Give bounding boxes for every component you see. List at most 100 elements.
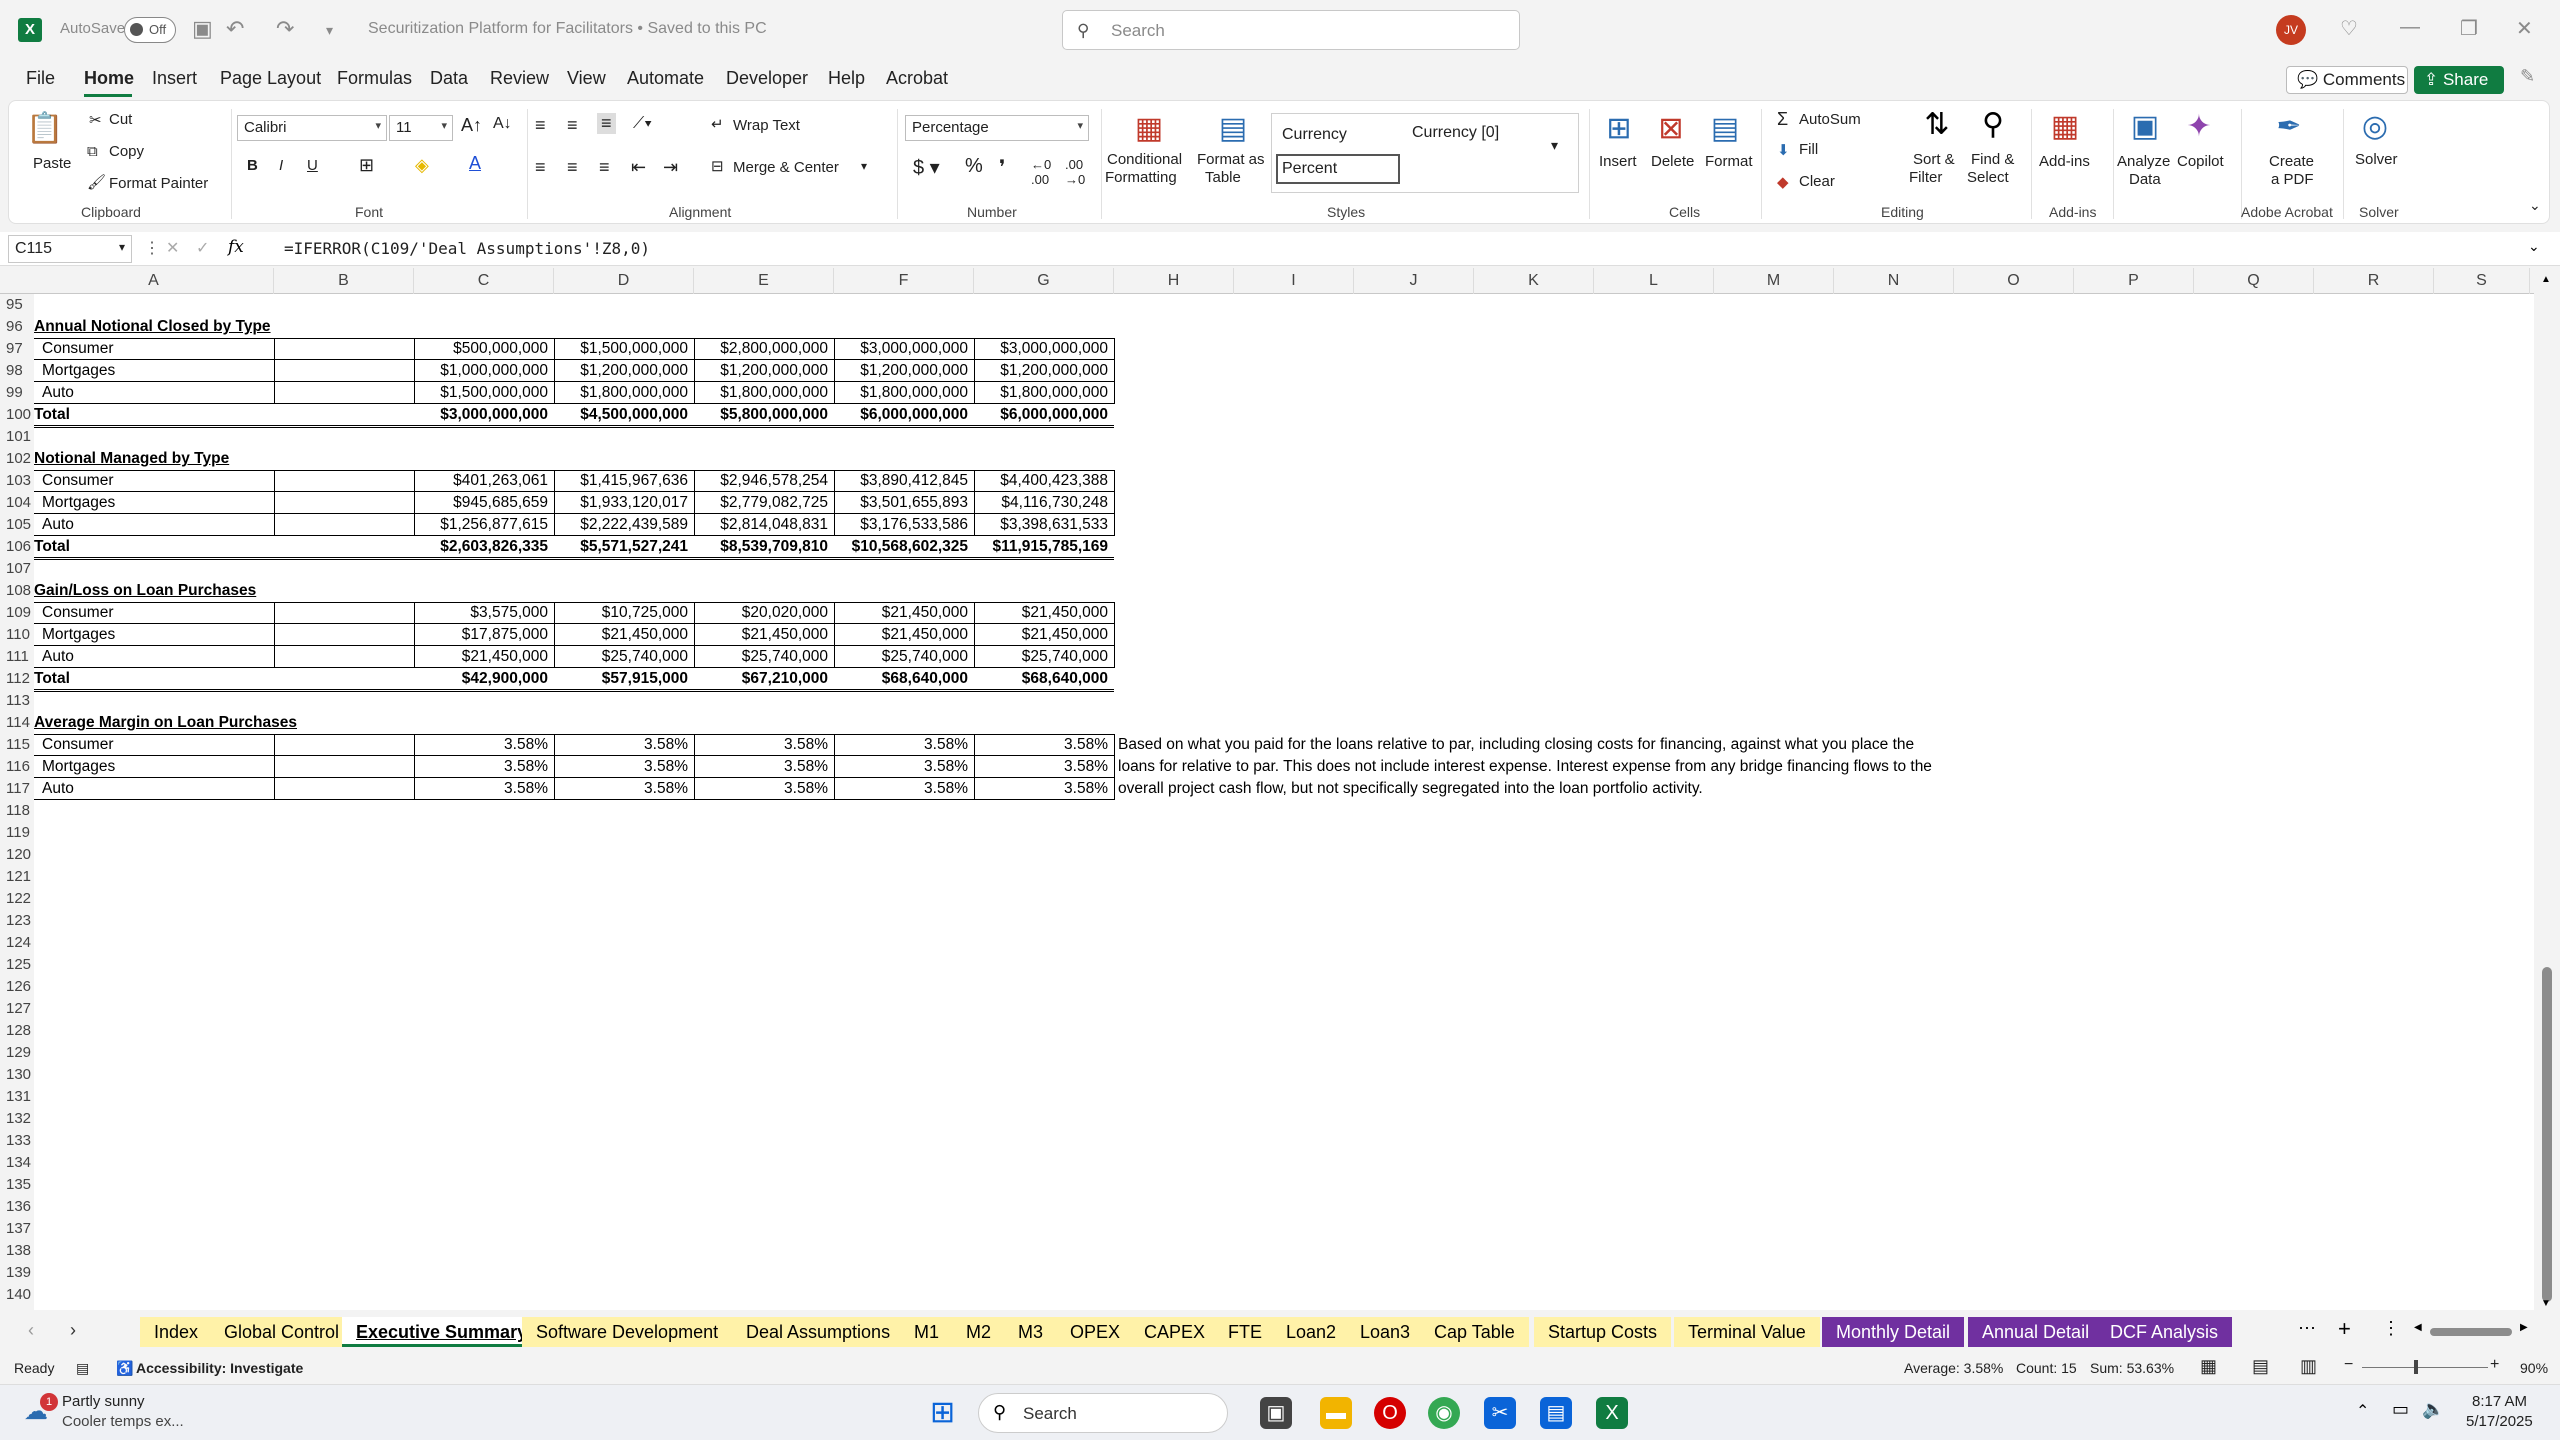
value-cell[interactable]: $21,450,000 bbox=[554, 624, 694, 646]
analyze-data-label2[interactable]: Data bbox=[2129, 171, 2161, 188]
autosave-toggle[interactable]: Off bbox=[124, 17, 176, 43]
style-currency[interactable]: Currency bbox=[1282, 126, 1347, 144]
value-cell[interactable]: $21,450,000 bbox=[694, 624, 834, 646]
row-header[interactable]: 108 bbox=[0, 580, 34, 602]
decrease-decimal-icon[interactable]: .00 →0 bbox=[1065, 157, 1085, 187]
row-header[interactable]: 119 bbox=[0, 822, 34, 844]
copy-button[interactable]: Copy bbox=[109, 143, 144, 160]
row-header[interactable]: 105 bbox=[0, 514, 34, 536]
column-header-p[interactable]: P bbox=[2074, 268, 2194, 294]
row-label[interactable]: Consumer bbox=[42, 470, 282, 492]
sheet-tab-terminal-value[interactable]: Terminal Value bbox=[1674, 1317, 1820, 1347]
column-header-g[interactable]: G bbox=[974, 268, 1114, 294]
conditional-formatting-button[interactable]: Conditional bbox=[1107, 151, 1182, 168]
row-header[interactable]: 123 bbox=[0, 910, 34, 932]
cut-button[interactable]: Cut bbox=[109, 111, 132, 128]
value-cell[interactable]: $2,222,439,589 bbox=[554, 514, 694, 536]
value-cell[interactable]: $1,800,000,000 bbox=[554, 382, 694, 404]
total-label[interactable]: Total bbox=[34, 668, 274, 690]
row-header[interactable]: 96 bbox=[0, 316, 34, 338]
delete-cells-button[interactable]: Delete bbox=[1651, 153, 1694, 170]
value-cell[interactable]: 3.58% bbox=[694, 778, 834, 800]
column-header-r[interactable]: R bbox=[2314, 268, 2434, 294]
total-cell[interactable]: $42,900,000 bbox=[414, 668, 554, 690]
sheet-tab-monthly-detail[interactable]: Monthly Detail bbox=[1822, 1317, 1965, 1347]
row-header[interactable]: 125 bbox=[0, 954, 34, 976]
accessibility-icon[interactable]: ♿ bbox=[116, 1360, 133, 1377]
sort-filter-icon[interactable]: ⇅ bbox=[1917, 105, 1957, 145]
total-cell[interactable]: $3,000,000,000 bbox=[414, 404, 554, 426]
row-header[interactable]: 99 bbox=[0, 382, 34, 404]
menu-automate[interactable]: Automate bbox=[627, 68, 704, 89]
row-header[interactable]: 115 bbox=[0, 734, 34, 756]
excel-taskbar-icon[interactable]: X bbox=[1596, 1397, 1628, 1429]
value-cell[interactable]: $21,450,000 bbox=[834, 602, 974, 624]
row-header[interactable]: 110 bbox=[0, 624, 34, 646]
value-cell[interactable]: $1,500,000,000 bbox=[414, 382, 554, 404]
row-header[interactable]: 122 bbox=[0, 888, 34, 910]
value-cell[interactable]: 3.58% bbox=[834, 756, 974, 778]
total-label[interactable]: Total bbox=[34, 404, 274, 426]
weather-subtitle[interactable]: Cooler temps ex... bbox=[62, 1413, 184, 1430]
merge-center-button[interactable]: Merge & Center bbox=[733, 159, 839, 176]
share-button[interactable]: ⇪ Share bbox=[2414, 66, 2504, 94]
horizontal-scrollbar[interactable]: ◀ ▶ bbox=[2414, 1322, 2530, 1338]
value-cell[interactable]: $1,800,000,000 bbox=[694, 382, 834, 404]
row-header[interactable]: 135 bbox=[0, 1174, 34, 1196]
value-cell[interactable]: $1,933,120,017 bbox=[554, 492, 694, 514]
row-header[interactable]: 118 bbox=[0, 800, 34, 822]
value-cell[interactable]: $2,779,082,725 bbox=[694, 492, 834, 514]
conditional-formatting-icon[interactable]: ▦ bbox=[1129, 109, 1169, 149]
sheet-tab-loan2[interactable]: Loan2 bbox=[1272, 1317, 1351, 1347]
menu-file[interactable]: File bbox=[26, 68, 55, 89]
note-text[interactable]: Based on what you paid for the loans rel… bbox=[1118, 734, 2018, 756]
scroll-down-icon[interactable]: ▼ bbox=[2541, 1298, 2551, 1309]
value-cell[interactable]: $1,000,000,000 bbox=[414, 360, 554, 382]
zoom-slider[interactable] bbox=[2362, 1367, 2488, 1368]
next-sheet-icon[interactable]: › bbox=[70, 1320, 76, 1341]
borders-icon[interactable]: ⊞ bbox=[359, 155, 374, 176]
row-header[interactable]: 131 bbox=[0, 1086, 34, 1108]
currency-format-icon[interactable]: $ ▾ bbox=[913, 155, 940, 180]
value-cell[interactable]: $1,500,000,000 bbox=[554, 338, 694, 360]
increase-decimal-icon[interactable]: ←0.00 bbox=[1031, 157, 1051, 187]
row-label[interactable]: Auto bbox=[42, 514, 282, 536]
row-header[interactable]: 130 bbox=[0, 1064, 34, 1086]
windows-start-icon[interactable]: ⊞ bbox=[930, 1395, 955, 1430]
row-header[interactable]: 127 bbox=[0, 998, 34, 1020]
value-cell[interactable]: $500,000,000 bbox=[414, 338, 554, 360]
menu-view[interactable]: View bbox=[567, 68, 606, 89]
fill-button[interactable]: Fill bbox=[1799, 141, 1818, 158]
total-cell[interactable]: $2,603,826,335 bbox=[414, 536, 554, 558]
orientation-icon[interactable]: ⟋▾ bbox=[633, 115, 652, 133]
menu-acrobat[interactable]: Acrobat bbox=[886, 68, 948, 89]
zoom-out-icon[interactable]: − bbox=[2344, 1356, 2353, 1374]
row-label[interactable]: Mortgages bbox=[42, 492, 282, 514]
row-label[interactable]: Mortgages bbox=[42, 360, 282, 382]
total-cell[interactable]: $4,500,000,000 bbox=[554, 404, 694, 426]
formula-input[interactable]: =IFERROR(C109/'Deal Assumptions'!Z8,0) bbox=[284, 239, 650, 258]
value-cell[interactable]: $1,256,877,615 bbox=[414, 514, 554, 536]
section-title[interactable]: Gain/Loss on Loan Purchases bbox=[34, 580, 434, 602]
styles-more-icon[interactable]: ▾ bbox=[1551, 137, 1558, 154]
lightbulb-icon[interactable]: ♡ bbox=[2340, 16, 2358, 41]
copilot-button[interactable]: Copilot bbox=[2177, 153, 2224, 170]
file-explorer-icon[interactable]: ▬ bbox=[1320, 1397, 1352, 1429]
menu-formulas[interactable]: Formulas bbox=[337, 68, 412, 89]
column-header-l[interactable]: L bbox=[1594, 268, 1714, 294]
sheet-tab-capex[interactable]: CAPEX bbox=[1130, 1317, 1220, 1347]
row-header[interactable]: 137 bbox=[0, 1218, 34, 1240]
value-cell[interactable]: 3.58% bbox=[414, 734, 554, 756]
column-header-d[interactable]: D bbox=[554, 268, 694, 294]
paste-icon[interactable]: 📋 bbox=[25, 109, 65, 149]
undo-icon[interactable]: ↶ bbox=[226, 16, 244, 42]
row-header[interactable]: 121 bbox=[0, 866, 34, 888]
close-icon[interactable]: ✕ bbox=[2516, 16, 2533, 41]
menu-help[interactable]: Help bbox=[828, 68, 865, 89]
value-cell[interactable]: 3.58% bbox=[694, 734, 834, 756]
total-cell[interactable]: $8,539,709,810 bbox=[694, 536, 834, 558]
column-header-s[interactable]: S bbox=[2434, 268, 2530, 294]
column-header-q[interactable]: Q bbox=[2194, 268, 2314, 294]
decrease-font-icon[interactable]: A↓ bbox=[493, 115, 512, 133]
value-cell[interactable]: $3,000,000,000 bbox=[974, 338, 1114, 360]
